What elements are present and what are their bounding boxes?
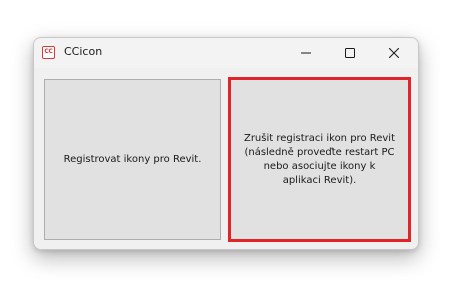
title-bar[interactable]: CC CCicon [34, 38, 418, 68]
maximize-icon [345, 48, 355, 58]
window-client-area: Registrovat ikony pro Revit. Zrušit regi… [34, 68, 418, 249]
register-icons-label: Registrovat ikony pro Revit. [63, 153, 202, 165]
minimize-icon [301, 52, 311, 54]
close-button[interactable] [372, 38, 416, 68]
register-icons-button[interactable]: Registrovat ikony pro Revit. [44, 79, 221, 240]
maximize-button[interactable] [328, 38, 372, 68]
window-title: CCicon [64, 45, 103, 58]
desktop-background: CC CCicon Registrovat ikony pro Revit. Z… [0, 0, 454, 292]
unregister-icons-button[interactable]: Zrušit registraci ikon pro Revit (násled… [228, 77, 411, 242]
ccicon-app-icon[interactable]: CC [42, 46, 55, 59]
close-icon [389, 48, 399, 58]
minimize-button[interactable] [284, 38, 328, 68]
unregister-icons-label: Zrušit registraci ikon pro Revit (násled… [243, 132, 396, 186]
ccicon-window: CC CCicon Registrovat ikony pro Revit. Z… [33, 37, 419, 250]
